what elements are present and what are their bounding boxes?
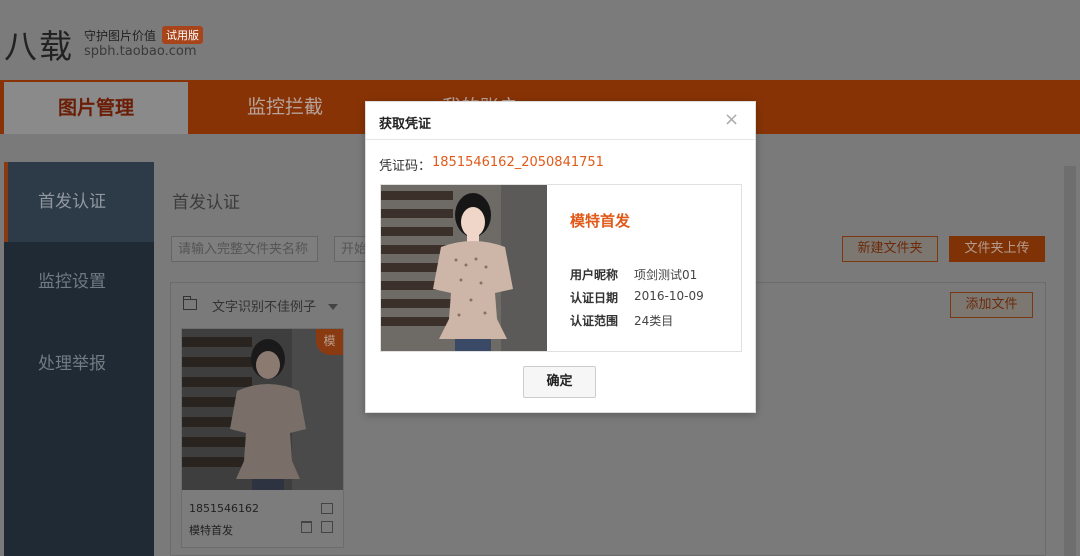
new-folder-button[interactable]: 新建文件夹 <box>842 236 938 262</box>
tab-image-management[interactable]: 图片管理 <box>4 82 188 134</box>
sidebar: 首发认证 监控设置 处理举报 <box>4 162 154 556</box>
logo: 八载 <box>4 27 74 66</box>
add-file-button[interactable]: 添加文件 <box>950 292 1033 318</box>
cert-date-label: 认证日期 <box>570 291 619 305</box>
page-title: 首发认证 <box>172 193 240 213</box>
cert-photo <box>381 185 547 351</box>
sidebar-item-handle-reports[interactable]: 处理举报 <box>4 324 154 404</box>
trash-icon[interactable] <box>301 521 312 533</box>
certificate-dialog: 获取凭证 × 凭证码： 1851546162_2050841751 模特首发 用… <box>365 101 756 413</box>
logo-tagline: 守护图片价值 <box>84 29 157 43</box>
sidebar-item-monitor-settings[interactable]: 监控设置 <box>4 242 154 322</box>
card-name: 模特首发 <box>189 524 233 537</box>
nickname-label: 用户昵称 <box>570 268 619 282</box>
sidebar-item-first-cert[interactable]: 首发认证 <box>4 162 154 242</box>
close-icon[interactable]: × <box>724 109 739 130</box>
cert-scope-value: 24类目 <box>634 314 674 328</box>
upload-folder-button[interactable]: 文件夹上传 <box>949 236 1045 262</box>
scrollbar[interactable] <box>1064 166 1076 556</box>
edit-icon[interactable] <box>321 521 333 533</box>
folder-search-input[interactable]: 请输入完整文件夹名称 <box>171 236 318 262</box>
card-code: 1851546162 <box>189 502 259 515</box>
dialog-title: 获取凭证 <box>379 117 432 132</box>
calendar-icon[interactable] <box>321 503 333 514</box>
folder-name[interactable]: 文字识别不佳例子 <box>212 296 316 315</box>
tab-monitor-intercept[interactable]: 监控拦截 <box>195 80 375 134</box>
cert-scope-label: 认证范围 <box>570 314 619 328</box>
trial-badge: 试用版 <box>162 26 203 44</box>
model-badge: 模 <box>316 329 343 355</box>
confirm-button[interactable]: 确定 <box>523 366 596 398</box>
cert-model-title: 模特首发 <box>570 212 631 230</box>
cert-date-value: 2016-10-09 <box>634 289 704 303</box>
card-photo[interactable] <box>182 329 343 490</box>
dialog-divider <box>366 139 755 140</box>
nickname-value: 项剑测试01 <box>634 268 698 282</box>
cert-code-label: 凭证码： <box>379 159 432 174</box>
cert-code-value: 1851546162_2050841751 <box>432 155 604 170</box>
folder-icon <box>182 296 197 310</box>
chevron-down-icon[interactable] <box>328 304 338 310</box>
logo-url: spbh.taobao.com <box>84 44 197 59</box>
